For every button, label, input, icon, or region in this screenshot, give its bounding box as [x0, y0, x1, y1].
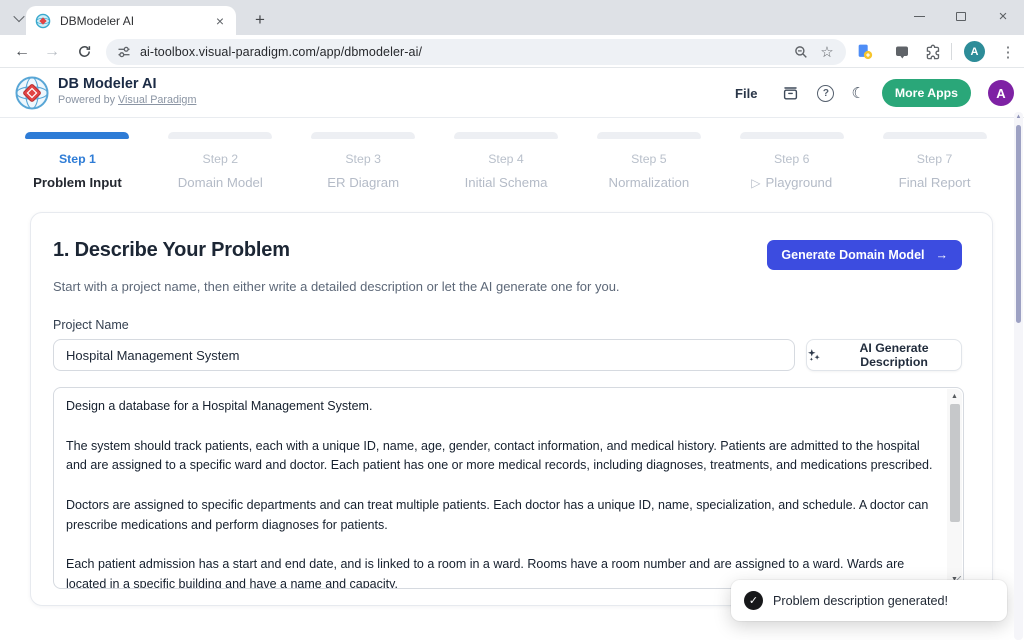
project-name-input[interactable]	[53, 339, 795, 371]
browser-tab-strip: DBModeler AI × + ×	[0, 0, 1024, 35]
ai-generate-label: AI Generate Description	[827, 341, 961, 369]
step-indicator	[454, 132, 558, 139]
help-icon[interactable]: ?	[817, 85, 834, 102]
step-number: Step 5	[577, 152, 720, 166]
page-subtitle: Start with a project name, then either w…	[53, 279, 962, 294]
tab-step-6-playground[interactable]: Step 6 ▷ Playground	[720, 132, 863, 190]
step-indicator	[311, 132, 415, 139]
tab-step-7-final-report[interactable]: Step 7 Final Report	[863, 132, 1006, 190]
toast-notification: ✓ Problem description generated!	[731, 580, 1007, 621]
tab-title: DBModeler AI	[60, 14, 213, 28]
generate-domain-model-button[interactable]: Generate Domain Model →	[767, 240, 962, 270]
reload-button[interactable]	[70, 35, 98, 68]
browser-toolbar: ← → ai-toolbox.visual-paradigm.com/app/d…	[0, 35, 1024, 68]
scrollbar-thumb[interactable]	[950, 404, 960, 522]
comment-extension-icon[interactable]	[889, 35, 915, 68]
powered-by: Powered by Visual Paradigm	[58, 94, 196, 106]
back-button[interactable]: ←	[8, 35, 36, 68]
archive-icon[interactable]	[780, 83, 800, 103]
step-number: Step 3	[292, 152, 435, 166]
play-icon: ▷	[751, 176, 760, 190]
problem-input-card: 1. Describe Your Problem Generate Domain…	[30, 212, 993, 606]
new-tab-button[interactable]: +	[248, 8, 272, 32]
step-label: Normalization	[577, 175, 720, 190]
step-indicator	[25, 132, 129, 139]
chevron-down-icon	[13, 11, 24, 22]
step-indicator	[168, 132, 272, 139]
step-number: Step 4	[435, 152, 578, 166]
more-apps-button[interactable]: More Apps	[882, 79, 971, 107]
step-label: Problem Input	[6, 175, 149, 190]
app-title: DB Modeler AI	[58, 76, 196, 92]
textarea-scrollbar[interactable]: ▲ ▼	[947, 389, 962, 587]
step-label: ▷ Playground	[720, 175, 863, 190]
tab-step-5-normalization[interactable]: Step 5 Normalization	[577, 132, 720, 190]
file-menu[interactable]: File	[729, 82, 763, 105]
step-navigation: Step 1 Problem Input Step 2 Domain Model…	[6, 132, 1006, 190]
step-label-text: Playground	[765, 175, 832, 190]
browser-tab[interactable]: DBModeler AI ×	[26, 6, 236, 35]
visual-paradigm-link[interactable]: Visual Paradigm	[118, 94, 196, 106]
app-header: DB Modeler AI Powered by Visual Paradigm…	[0, 68, 1024, 118]
step-label: Initial Schema	[435, 175, 578, 190]
tab-step-1-problem-input[interactable]: Step 1 Problem Input	[6, 132, 149, 190]
step-number: Step 7	[863, 152, 1006, 166]
brand-block: DB Modeler AI Powered by Visual Paradigm	[58, 76, 196, 106]
app-window: DBModeler AI × + × ← → ai-toolbox.visual…	[0, 0, 1024, 640]
zoom-icon[interactable]	[788, 39, 814, 65]
tab-step-4-initial-schema[interactable]: Step 4 Initial Schema	[435, 132, 578, 190]
tab-close-icon[interactable]: ×	[213, 12, 227, 30]
tab-step-2-domain-model[interactable]: Step 2 Domain Model	[149, 132, 292, 190]
favicon-icon	[35, 13, 51, 29]
arrow-right-icon: →	[936, 248, 949, 262]
scroll-up-icon[interactable]: ▲	[1014, 114, 1023, 120]
page-scrollbar[interactable]: ▲	[1014, 112, 1023, 640]
site-settings-icon[interactable]	[117, 45, 131, 59]
close-button[interactable]: ×	[982, 0, 1024, 33]
pinned-extension-icon-blue[interactable]	[851, 35, 877, 68]
header-actions: File ? ☾ More Apps A	[729, 68, 1014, 118]
bookmark-star-icon[interactable]: ☆	[814, 39, 840, 65]
step-indicator	[740, 132, 844, 139]
description-field-wrapper: Design a database for a Hospital Managem…	[53, 387, 964, 589]
step-label: Final Report	[863, 175, 1006, 190]
toolbar-divider	[951, 43, 952, 60]
step-number: Step 1	[6, 152, 149, 166]
problem-description-textarea[interactable]: Design a database for a Hospital Managem…	[54, 388, 963, 588]
step-number: Step 2	[149, 152, 292, 166]
powered-by-text: Powered by	[58, 94, 118, 106]
minimize-button[interactable]	[898, 0, 940, 33]
browser-profile-avatar[interactable]: A	[964, 41, 985, 62]
ai-generate-description-button[interactable]: AI Generate Description	[806, 339, 962, 371]
project-name-label: Project Name	[53, 318, 962, 332]
step-indicator	[597, 132, 701, 139]
maximize-icon	[956, 12, 966, 21]
check-icon: ✓	[744, 591, 763, 610]
page-title: 1. Describe Your Problem	[53, 239, 290, 262]
sparkles-icon	[807, 348, 820, 362]
tab-step-3-er-diagram[interactable]: Step 3 ER Diagram	[292, 132, 435, 190]
extensions-puzzle-icon[interactable]	[920, 35, 946, 68]
page-scrollbar-thumb[interactable]	[1016, 125, 1021, 323]
app-logo	[14, 75, 50, 111]
step-indicator	[883, 132, 987, 139]
minimize-icon	[914, 16, 925, 17]
url-text[interactable]: ai-toolbox.visual-paradigm.com/app/dbmod…	[140, 45, 422, 59]
generate-button-label: Generate Domain Model	[781, 248, 924, 262]
user-avatar[interactable]: A	[988, 80, 1014, 106]
toast-message: Problem description generated!	[773, 594, 948, 608]
close-icon: ×	[999, 9, 1008, 24]
browser-menu-icon[interactable]: ⋮	[996, 35, 1020, 68]
step-label: ER Diagram	[292, 175, 435, 190]
scroll-up-icon[interactable]: ▲	[947, 393, 962, 400]
address-bar[interactable]: ai-toolbox.visual-paradigm.com/app/dbmod…	[106, 39, 846, 65]
reload-icon	[77, 44, 92, 59]
forward-button[interactable]: →	[38, 35, 66, 68]
window-controls: ×	[898, 0, 1024, 33]
step-label: Domain Model	[149, 175, 292, 190]
maximize-button[interactable]	[940, 0, 982, 33]
step-number: Step 6	[720, 152, 863, 166]
dark-mode-moon-icon[interactable]: ☾	[851, 84, 864, 102]
